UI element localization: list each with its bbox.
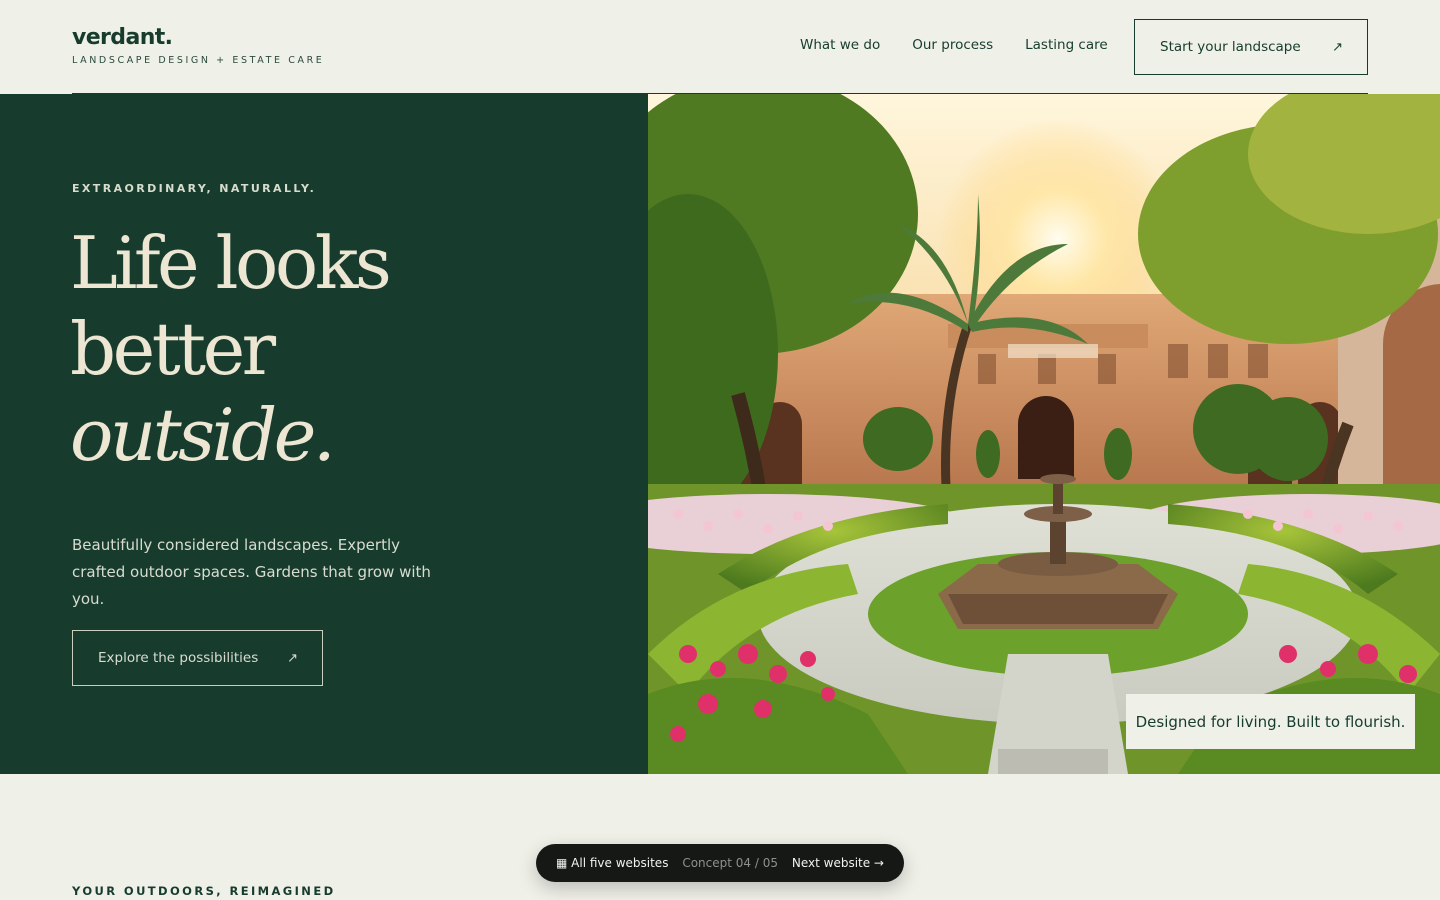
all-websites-link[interactable]: ▦ All five websites	[556, 856, 668, 870]
site-header: verdant. LANDSCAPE DESIGN + ESTATE CARE …	[0, 0, 1440, 94]
start-landscape-label: Start your landscape	[1160, 39, 1301, 55]
brand-tagline: LANDSCAPE DESIGN + ESTATE CARE	[72, 55, 325, 66]
image-caption: Designed for living. Built to flourish.	[1126, 694, 1415, 749]
hero-eyebrow: EXTRAORDINARY, NATURALLY.	[72, 182, 317, 195]
arrow-up-right-icon: ↗	[287, 650, 298, 666]
explore-label: Explore the possibilities	[98, 650, 259, 666]
start-landscape-button[interactable]: Start your landscape ↗	[1134, 19, 1368, 75]
headline-line-1: Life looks	[70, 221, 392, 305]
nav-what-we-do[interactable]: What we do	[800, 37, 880, 53]
brand-name: verdant.	[72, 25, 173, 50]
concept-counter: Concept 04 / 05	[682, 856, 778, 870]
headline-line-3: outside.	[70, 393, 336, 477]
garden-illustration	[648, 94, 1440, 774]
brand-logo[interactable]: verdant. LANDSCAPE DESIGN + ESTATE CARE	[72, 24, 324, 66]
explore-button[interactable]: Explore the possibilities ↗	[72, 630, 323, 686]
concept-switcher: ▦ All five websites Concept 04 / 05 Next…	[536, 844, 904, 882]
arrow-up-right-icon: ↗	[1332, 39, 1343, 55]
nav-lasting-care[interactable]: Lasting care	[1025, 37, 1108, 53]
nav-our-process[interactable]: Our process	[912, 37, 993, 53]
next-website-link[interactable]: Next website →	[792, 856, 884, 870]
hero-headline: Life looks better outside.	[70, 220, 392, 478]
garden-hero-image: Designed for living. Built to flourish.	[648, 94, 1440, 774]
hero-description: Beautifully considered landscapes. Exper…	[72, 536, 431, 608]
main-nav: What we do Our process Lasting care	[800, 37, 1108, 53]
hero-panel: EXTRAORDINARY, NATURALLY. Life looks bet…	[0, 94, 648, 774]
headline-line-2: better	[70, 307, 276, 391]
section-eyebrow: YOUR OUTDOORS, REIMAGINED	[72, 884, 336, 898]
